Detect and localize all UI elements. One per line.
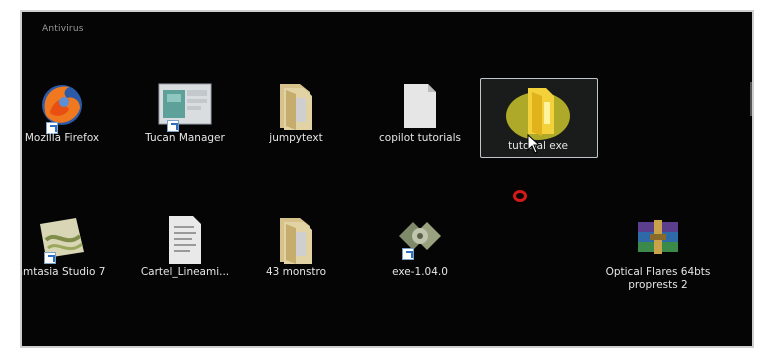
click-marker-icon	[513, 190, 527, 202]
firefox-icon	[36, 80, 88, 134]
document-icon	[165, 214, 205, 270]
desktop-icon-swe[interactable]: swe	[688, 74, 752, 164]
desktop-icon-copilot-tutorials[interactable]: copilot tutorials	[370, 74, 470, 164]
icon-label: Optical Flares 64bts proprests 2	[605, 266, 711, 291]
desktop-icon-exe-1-04-0[interactable]: exe-1.04.0	[370, 208, 470, 298]
folder-icon	[274, 80, 318, 136]
desktop-icon-mozilla-firefox[interactable]: Mozilla Firefox	[22, 74, 112, 164]
icon-label: exe-1.04.0	[392, 266, 448, 278]
icon-label: 43 monstro	[265, 266, 327, 278]
desktop-icon-43-monstro[interactable]: 43 monstro	[246, 208, 346, 298]
desktop-icon-optical-flares[interactable]: Optical Flares 64bts proprests 2	[606, 208, 710, 308]
scroll-edge	[750, 82, 752, 116]
shortcut-arrow-icon	[167, 120, 179, 132]
desktop-icon-jumpytext[interactable]: jumpytext	[246, 74, 346, 164]
icon-label: amtasia Studio 7	[20, 266, 106, 278]
desktop-icon-cartel-lineami[interactable]: Cartel_Lineami...	[135, 208, 235, 298]
shortcut-arrow-icon	[44, 252, 56, 264]
desktop-icon-camtasia-studio[interactable]: amtasia Studio 7	[22, 208, 112, 308]
app-window-icon	[157, 80, 213, 130]
desktop-icon-tucan-manager[interactable]: Tucan Manager	[135, 74, 235, 164]
document-icon	[400, 80, 440, 136]
top-partial-label: Antivirus	[42, 24, 84, 34]
folder-icon	[274, 214, 318, 270]
winrar-archive-icon	[632, 218, 684, 262]
desktop-window: Antivirus Mozilla Firefox Tucan Manager …	[20, 10, 754, 348]
shortcut-arrow-icon	[402, 248, 414, 260]
icon-label: Cartel_Lineami...	[140, 266, 230, 278]
icon-label: jumpytext	[269, 132, 323, 144]
icon-label: Mozilla Firefox	[24, 132, 100, 144]
icon-label: Tucan Manager	[145, 132, 225, 144]
icon-label: copilot tutorials	[379, 132, 461, 144]
